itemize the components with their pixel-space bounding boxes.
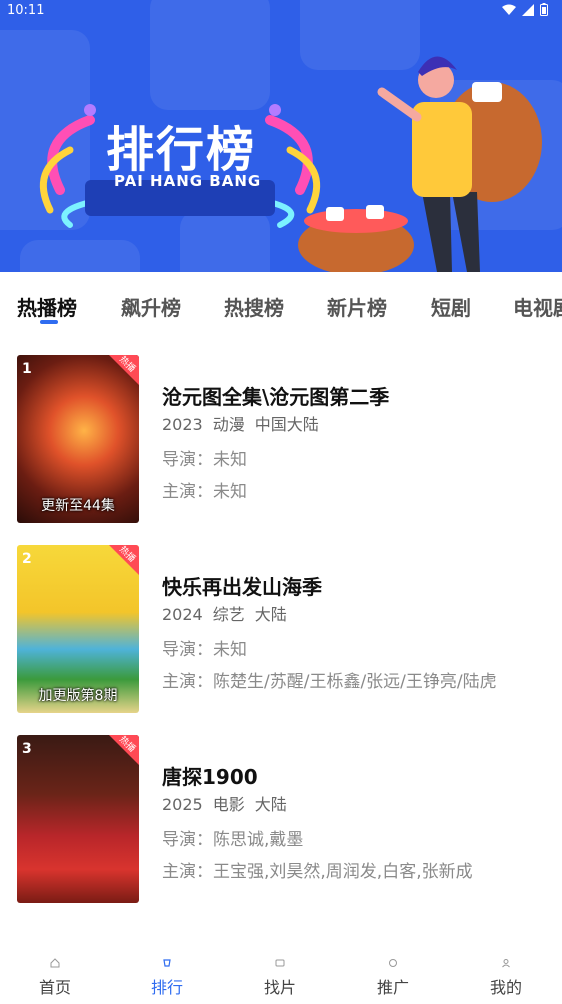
- tab-hot-search[interactable]: 热搜榜: [224, 292, 284, 321]
- nav-find-label: 找片: [263, 978, 296, 997]
- item-meta: 2024 综艺 大陆: [162, 601, 297, 625]
- list-item[interactable]: 3 热播 唐探1900 2025 电影 大陆 导演：陈思诚,戴墨 主演：王宝强,刘昊…: [0, 735, 562, 905]
- bottom-navigation: 首页 排行 找片 推广 我的: [0, 950, 562, 1004]
- nav-profile[interactable]: 我的: [466, 958, 546, 998]
- item-meta: 2023 动漫 中国大陆: [162, 411, 329, 435]
- banner-title: 排行榜: [106, 122, 257, 178]
- nav-profile-label: 我的: [489, 978, 522, 997]
- item-director: 导演：陈思诚,戴墨: [162, 830, 304, 850]
- tab-new-release[interactable]: 新片榜: [327, 292, 387, 321]
- rank-banner: 10:11 排行榜 PAI HANG BANG: [0, 0, 562, 272]
- signal-icon: [522, 3, 534, 16]
- rank-number: 3: [22, 741, 32, 757]
- status-bar: 10:11: [0, 0, 562, 22]
- nav-rank-label: 排行: [150, 978, 183, 997]
- rank-number: 2: [22, 551, 32, 567]
- pot-illustration: [298, 205, 414, 272]
- tab-hot-play[interactable]: 热播榜: [17, 292, 77, 321]
- profile-icon: [502, 959, 510, 968]
- tab-short-drama[interactable]: 短剧: [431, 292, 471, 321]
- poster-image[interactable]: 2 热播 加更版第8期: [17, 545, 139, 713]
- item-region: 大陆: [254, 795, 287, 814]
- item-director: 导演：未知: [162, 640, 247, 660]
- battery-icon: [540, 3, 548, 16]
- item-genre: 动漫: [212, 415, 245, 434]
- rank-number: 1: [22, 361, 32, 377]
- category-tabs: 热播榜 飙升榜 热搜榜 新片榜 短剧 电视剧: [0, 272, 562, 334]
- item-title[interactable]: 快乐再出发山海季: [162, 571, 322, 600]
- status-time: 10:11: [7, 3, 45, 18]
- list-item[interactable]: 1 热播 更新至44集 沧元图全集\沧元图第二季 2023 动漫 中国大陆 导演：未…: [0, 355, 562, 525]
- item-actors: 主演：未知: [162, 482, 247, 502]
- item-director: 导演：未知: [162, 450, 247, 470]
- rank-icon: [163, 959, 171, 967]
- item-year: 2025: [162, 795, 203, 814]
- promote-icon: [389, 959, 397, 967]
- find-icon: [275, 959, 285, 967]
- episode-label: 更新至44集: [41, 498, 115, 514]
- nav-home-label: 首页: [38, 978, 71, 997]
- item-title[interactable]: 唐探1900: [162, 761, 258, 790]
- nav-home[interactable]: 首页: [15, 958, 95, 998]
- active-tab-indicator: [40, 320, 58, 324]
- item-actors: 主演：王宝强,刘昊然,周润发,白客,张新成: [162, 862, 473, 882]
- item-region: 中国大陆: [254, 415, 319, 434]
- nav-promote-label: 推广: [376, 978, 409, 997]
- nav-find[interactable]: 找片: [240, 958, 320, 998]
- list-item[interactable]: 2 热播 加更版第8期 快乐再出发山海季 2024 综艺 大陆 导演：未知 主演：陈…: [0, 545, 562, 715]
- item-region: 大陆: [254, 605, 287, 624]
- episode-label: 加更版第8期: [38, 688, 118, 704]
- home-icon: [50, 958, 60, 968]
- poster-image[interactable]: 1 热播 更新至44集: [17, 355, 139, 523]
- poster-image[interactable]: 3 热播: [17, 735, 139, 903]
- item-year: 2023: [162, 415, 203, 434]
- item-actors: 主演：陈楚生/苏醒/王栎鑫/张远/王铮亮/陆虎: [162, 672, 497, 692]
- item-genre: 综艺: [212, 605, 245, 624]
- nav-rank[interactable]: 排行: [127, 958, 207, 998]
- tab-tv-series[interactable]: 电视剧: [513, 292, 562, 321]
- nav-promote[interactable]: 推广: [353, 958, 433, 998]
- wifi-icon: [502, 4, 516, 15]
- item-year: 2024: [162, 605, 203, 624]
- tab-rising[interactable]: 飙升榜: [121, 292, 181, 321]
- item-meta: 2025 电影 大陆: [162, 791, 297, 815]
- item-genre: 电影: [212, 795, 245, 814]
- banner-subtitle: PAI HANG BANG: [114, 172, 262, 190]
- item-title[interactable]: 沧元图全集\沧元图第二季: [162, 381, 389, 410]
